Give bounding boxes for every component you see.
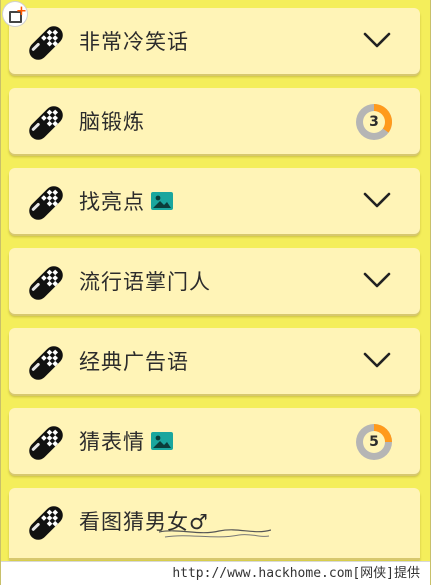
add-screen-icon[interactable]: + (3, 2, 27, 26)
chevron-down-icon[interactable] (362, 191, 392, 209)
scribble-mark (159, 529, 271, 538)
pill-icon (29, 506, 63, 540)
category-label: 经典广告语 (79, 350, 189, 374)
plus-icon: + (16, 4, 27, 19)
chevron-down-icon[interactable] (362, 351, 392, 369)
category-card-2[interactable]: 脑锻炼 3 (9, 88, 420, 154)
pill-icon (29, 26, 63, 60)
category-card-4[interactable]: 流行语掌门人 (9, 248, 420, 314)
chevron-down-icon[interactable] (362, 271, 392, 289)
category-card-5[interactable]: 经典广告语 (9, 328, 420, 394)
progress-value: 5 (369, 434, 379, 450)
category-label: 脑锻炼 (79, 110, 145, 134)
category-card-7[interactable]: 看图猜男女♂ (9, 488, 420, 558)
category-label: 非常冷笑话 (79, 30, 189, 54)
category-card-1[interactable]: 非常冷笑话 (9, 8, 420, 74)
pill-icon (29, 346, 63, 380)
pill-icon (29, 426, 63, 460)
category-card-6[interactable]: 猜表情 5 (9, 408, 420, 474)
image-icon (151, 192, 173, 210)
chevron-down-icon[interactable] (362, 31, 392, 49)
image-icon (151, 432, 173, 450)
watermark-text: http://www.hackhome.com[网侠]提供 (172, 566, 420, 581)
pill-icon (29, 186, 63, 220)
category-label: 猜表情 (79, 430, 145, 454)
category-label: 流行语掌门人 (79, 270, 211, 294)
app-screen: + 非常冷笑话 脑锻炼 3 找亮点 流行语掌门人 经典广告语 猜表情 5 看图猜… (0, 0, 431, 585)
pill-icon (29, 106, 63, 140)
watermark: http://www.hackhome.com[网侠]提供 (1, 561, 430, 585)
pill-icon (29, 266, 63, 300)
progress-value: 3 (369, 114, 379, 130)
category-card-3[interactable]: 找亮点 (9, 168, 420, 234)
category-label: 找亮点 (79, 190, 145, 214)
